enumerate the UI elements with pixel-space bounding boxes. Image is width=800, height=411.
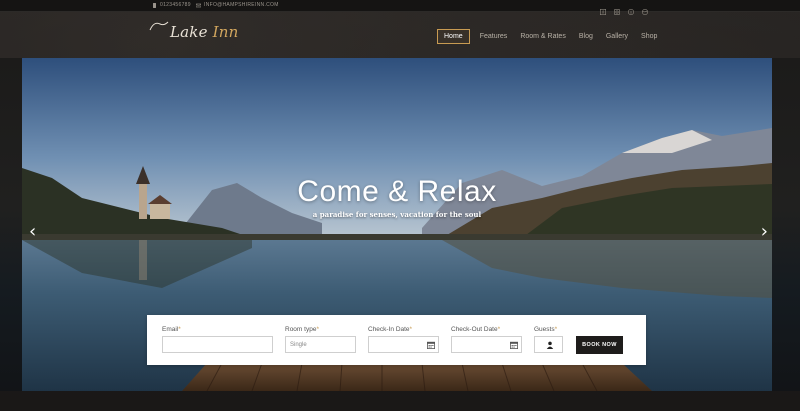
check-in-field-group: Check-In Date* bbox=[368, 326, 439, 353]
check-out-field-group: Check-Out Date* bbox=[451, 326, 522, 353]
hero-subtitle: a paradise for senses, vacation for the … bbox=[312, 210, 482, 219]
nav-item-gallery[interactable]: Gallery bbox=[606, 30, 628, 43]
main-nav: Home Features Room & Rates Blog Gallery … bbox=[437, 29, 670, 44]
logo-swash-icon bbox=[149, 21, 169, 31]
phone-contact: 0123456789 bbox=[152, 2, 191, 8]
nav-item-features[interactable]: Features bbox=[480, 30, 508, 43]
logo-text-lake: Lake bbox=[170, 23, 208, 41]
guests-input[interactable] bbox=[534, 336, 563, 353]
guests-field-group: Guests* bbox=[534, 326, 563, 353]
nav-item-room-rates[interactable]: Room & Rates bbox=[520, 30, 566, 43]
email-contact[interactable]: INFO@HAMPSHIREINN.COM bbox=[196, 2, 279, 8]
nav-item-blog[interactable]: Blog bbox=[579, 30, 593, 43]
email-field[interactable] bbox=[162, 336, 273, 353]
email-field-group: Email* bbox=[162, 326, 273, 353]
check-out-date-input[interactable] bbox=[451, 336, 522, 353]
booking-form: Email* Room type* Single Check-In Date* … bbox=[147, 315, 646, 365]
guests-label: Guests* bbox=[534, 326, 558, 333]
top-bar: 0123456789 INFO@HAMPSHIREINN.COM bbox=[0, 0, 800, 15]
check-in-label: Check-In Date* bbox=[368, 326, 413, 333]
book-now-button[interactable]: BOOK NOW bbox=[576, 336, 623, 354]
room-type-value: Single bbox=[290, 342, 307, 348]
check-out-label: Check-Out Date* bbox=[451, 326, 501, 333]
calendar-icon[interactable] bbox=[510, 341, 518, 349]
person-icon bbox=[546, 341, 554, 349]
slider-prev-arrow-icon[interactable]: ‹ bbox=[29, 223, 36, 241]
room-type-field-group: Room type* Single bbox=[285, 326, 356, 353]
phone-icon bbox=[153, 2, 156, 8]
site-logo[interactable]: Lake Inn bbox=[149, 21, 239, 41]
right-side-strip bbox=[772, 58, 800, 391]
dribbble-icon[interactable] bbox=[642, 2, 648, 15]
slider-next-arrow-icon[interactable]: › bbox=[761, 223, 768, 241]
email-label: Email* bbox=[162, 326, 181, 333]
facebook-icon[interactable] bbox=[600, 2, 606, 15]
logo-text-inn: Inn bbox=[212, 23, 239, 41]
left-side-strip bbox=[0, 58, 22, 391]
email-address: INFO@HAMPSHIREINN.COM bbox=[204, 2, 279, 8]
nav-item-shop[interactable]: Shop bbox=[641, 30, 657, 43]
hero-title: Come & Relax bbox=[297, 175, 497, 208]
room-type-label: Room type* bbox=[285, 326, 319, 333]
nav-item-home[interactable]: Home bbox=[437, 29, 470, 44]
pinterest-icon[interactable] bbox=[628, 2, 634, 15]
social-links bbox=[600, 2, 648, 15]
check-in-date-input[interactable] bbox=[368, 336, 439, 353]
room-type-select[interactable]: Single bbox=[285, 336, 356, 353]
envelope-icon bbox=[196, 3, 201, 7]
calendar-icon[interactable] bbox=[427, 341, 435, 349]
phone-number: 0123456789 bbox=[160, 2, 191, 8]
instagram-icon[interactable] bbox=[614, 2, 620, 15]
